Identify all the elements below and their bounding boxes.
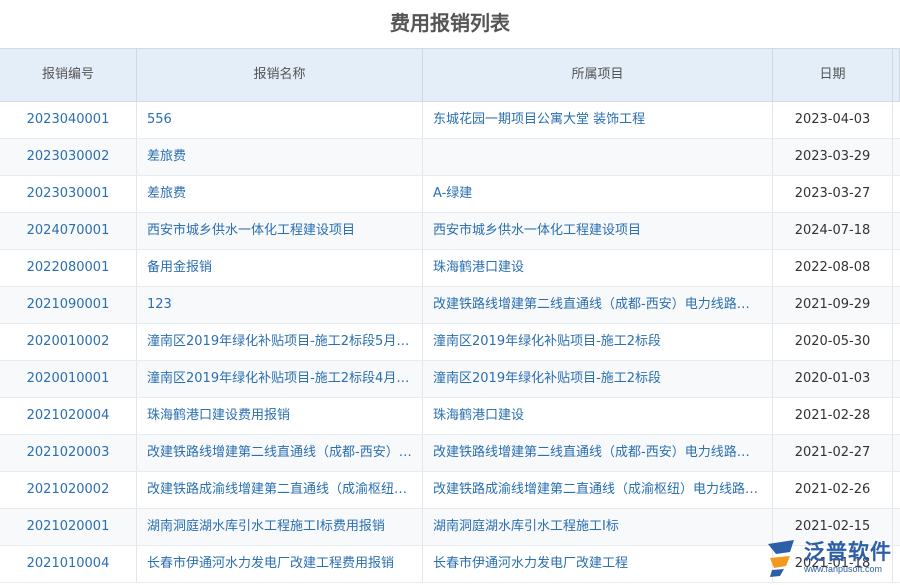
row-extra — [893, 139, 900, 175]
table-row[interactable]: 2020010002潼南区2019年绿化补贴项目-施工2标段5月…潼南区2019… — [0, 324, 900, 361]
row-name[interactable]: 差旅费 — [137, 139, 423, 175]
row-extra — [893, 472, 900, 508]
row-extra — [893, 287, 900, 323]
row-project[interactable]: 湖南洞庭湖水库引水工程施工I标 — [423, 509, 773, 545]
row-code[interactable]: 2022080001 — [0, 250, 137, 286]
row-name[interactable]: 潼南区2019年绿化补贴项目-施工2标段5月… — [137, 324, 423, 360]
row-code[interactable]: 2020010002 — [0, 324, 137, 360]
row-project[interactable]: 潼南区2019年绿化补贴项目-施工2标段 — [423, 324, 773, 360]
row-name[interactable]: 备用金报销 — [137, 250, 423, 286]
logo-url: www.fanpusoft.com — [804, 565, 892, 574]
row-name[interactable]: 潼南区2019年绿化补贴项目-施工2标段4月… — [137, 361, 423, 397]
logo-text: 泛普软件 www.fanpusoft.com — [804, 542, 892, 574]
table-header: 报销编号 报销名称 所属项目 日期 — [0, 49, 900, 102]
page-title: 费用报销列表 — [0, 0, 900, 48]
row-date: 2021-09-29 — [773, 287, 893, 323]
table-row[interactable]: 2023030001差旅费A-绿建2023-03-27 — [0, 176, 900, 213]
row-date: 2021-02-28 — [773, 398, 893, 434]
row-code[interactable]: 2021020001 — [0, 509, 137, 545]
row-name[interactable]: 长春市伊通河水力发电厂改建工程费用报销 — [137, 546, 423, 582]
row-extra — [893, 213, 900, 249]
row-project[interactable]: 长春市伊通河水力发电厂改建工程 — [423, 546, 773, 582]
row-extra — [893, 102, 900, 138]
row-date: 2023-03-27 — [773, 176, 893, 212]
row-project[interactable]: 改建铁路成渝线增建第二直通线（成渝枢纽）电力线路… — [423, 472, 773, 508]
row-extra — [893, 250, 900, 286]
row-name[interactable]: 改建铁路成渝线增建第二直通线（成渝枢纽… — [137, 472, 423, 508]
table-row[interactable]: 2022080001备用金报销珠海鹤港口建设2022-08-08 — [0, 250, 900, 287]
row-extra — [893, 324, 900, 360]
row-extra — [893, 435, 900, 471]
table-row[interactable]: 2023040001556东城花园一期项目公寓大堂 装饰工程2023-04-03 — [0, 102, 900, 139]
row-name[interactable]: 改建铁路线增建第二线直通线（成都-西安）… — [137, 435, 423, 471]
column-header-extra — [893, 49, 900, 101]
column-header-project[interactable]: 所属项目 — [423, 49, 773, 101]
row-code[interactable]: 2023040001 — [0, 102, 137, 138]
row-project[interactable]: 潼南区2019年绿化补贴项目-施工2标段 — [423, 361, 773, 397]
table-row[interactable]: 2021090001123改建铁路线增建第二线直通线（成都-西安）电力线路…20… — [0, 287, 900, 324]
row-name[interactable]: 差旅费 — [137, 176, 423, 212]
row-project[interactable]: 改建铁路线增建第二线直通线（成都-西安）电力线路… — [423, 435, 773, 471]
table-row[interactable]: 2021020004珠海鹤港口建设费用报销珠海鹤港口建设2021-02-28 — [0, 398, 900, 435]
row-date: 2024-07-18 — [773, 213, 893, 249]
column-header-date[interactable]: 日期 — [773, 49, 893, 101]
expense-table: 报销编号 报销名称 所属项目 日期 2023040001556东城花园一期项目公… — [0, 48, 900, 583]
fanpu-logo-icon — [764, 538, 800, 578]
logo-brand-name: 泛普软件 — [804, 542, 892, 563]
row-name[interactable]: 556 — [137, 102, 423, 138]
row-code[interactable]: 2024070001 — [0, 213, 137, 249]
row-date: 2022-08-08 — [773, 250, 893, 286]
row-code[interactable]: 2021090001 — [0, 287, 137, 323]
row-date: 2021-02-27 — [773, 435, 893, 471]
row-code[interactable]: 2023030002 — [0, 139, 137, 175]
row-project[interactable]: 改建铁路线增建第二线直通线（成都-西安）电力线路… — [423, 287, 773, 323]
table-row[interactable]: 2020010001潼南区2019年绿化补贴项目-施工2标段4月…潼南区2019… — [0, 361, 900, 398]
column-header-code[interactable]: 报销编号 — [0, 49, 137, 101]
table-body: 2023040001556东城花园一期项目公寓大堂 装饰工程2023-04-03… — [0, 102, 900, 583]
row-code[interactable]: 2021020004 — [0, 398, 137, 434]
row-name[interactable]: 珠海鹤港口建设费用报销 — [137, 398, 423, 434]
table-row[interactable]: 2024070001西安市城乡供水一体化工程建设项目西安市城乡供水一体化工程建设… — [0, 213, 900, 250]
row-date: 2023-04-03 — [773, 102, 893, 138]
row-extra — [893, 361, 900, 397]
row-code[interactable]: 2020010001 — [0, 361, 137, 397]
row-code[interactable]: 2021020002 — [0, 472, 137, 508]
row-date: 2020-01-03 — [773, 361, 893, 397]
row-project[interactable]: 珠海鹤港口建设 — [423, 250, 773, 286]
table-row[interactable]: 2021020003改建铁路线增建第二线直通线（成都-西安）…改建铁路线增建第二… — [0, 435, 900, 472]
row-project[interactable]: 东城花园一期项目公寓大堂 装饰工程 — [423, 102, 773, 138]
row-code[interactable]: 2023030001 — [0, 176, 137, 212]
row-name[interactable]: 西安市城乡供水一体化工程建设项目 — [137, 213, 423, 249]
row-project[interactable]: A-绿建 — [423, 176, 773, 212]
row-name[interactable]: 湖南洞庭湖水库引水工程施工I标费用报销 — [137, 509, 423, 545]
row-project[interactable]: 西安市城乡供水一体化工程建设项目 — [423, 213, 773, 249]
row-date: 2023-03-29 — [773, 139, 893, 175]
column-header-name[interactable]: 报销名称 — [137, 49, 423, 101]
row-project[interactable] — [423, 139, 773, 175]
watermark-logo: 泛普软件 www.fanpusoft.com — [764, 531, 900, 585]
row-extra — [893, 176, 900, 212]
row-date: 2020-05-30 — [773, 324, 893, 360]
table-row[interactable]: 2021020002改建铁路成渝线增建第二直通线（成渝枢纽…改建铁路成渝线增建第… — [0, 472, 900, 509]
row-date: 2021-02-26 — [773, 472, 893, 508]
row-name[interactable]: 123 — [137, 287, 423, 323]
row-project[interactable]: 珠海鹤港口建设 — [423, 398, 773, 434]
table-row[interactable]: 2023030002差旅费 2023-03-29 — [0, 139, 900, 176]
row-code[interactable]: 2021010004 — [0, 546, 137, 582]
row-extra — [893, 398, 900, 434]
row-code[interactable]: 2021020003 — [0, 435, 137, 471]
